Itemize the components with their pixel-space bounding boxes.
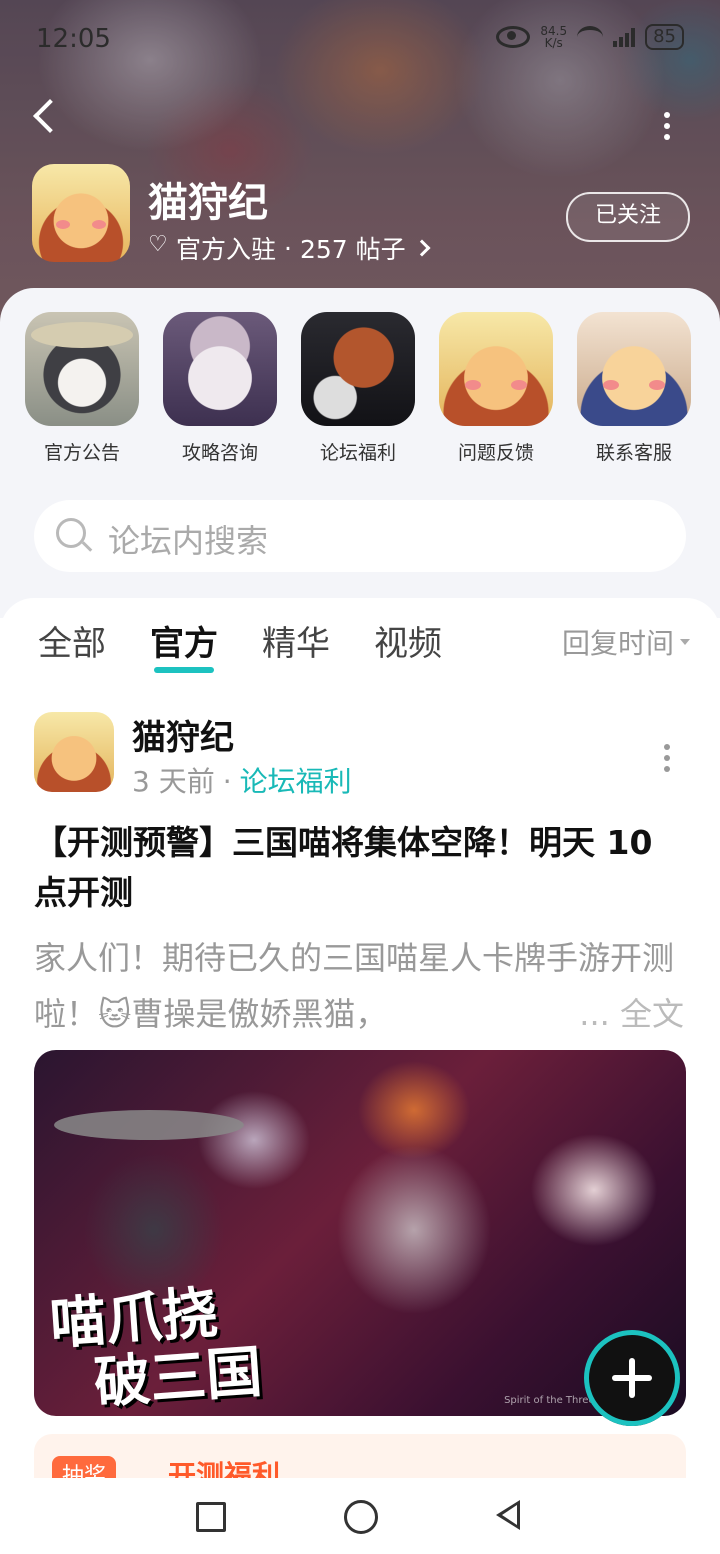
- follow-button[interactable]: 已关注: [566, 192, 690, 242]
- search-icon: [56, 518, 86, 548]
- category-image: [439, 312, 553, 426]
- forum-avatar: [32, 164, 130, 262]
- category-feedback[interactable]: 问题反馈: [438, 312, 554, 465]
- category-image: [301, 312, 415, 426]
- tab-all[interactable]: 全部: [38, 616, 106, 665]
- post-author-avatar[interactable]: [34, 712, 114, 792]
- forum-meta[interactable]: 官方入驻 · 257 帖子: [148, 230, 431, 266]
- signal-icon: [613, 27, 636, 47]
- category-forum-benefits[interactable]: 论坛福利: [300, 312, 416, 465]
- post-time: 3 天前: [132, 765, 215, 798]
- wifi-icon: [577, 26, 604, 48]
- forum-search-bar[interactable]: 论坛内搜索: [34, 500, 686, 572]
- caret-down-icon: [680, 639, 690, 645]
- hat-decoration: [54, 1110, 244, 1140]
- category-guides[interactable]: 攻略咨询: [162, 312, 278, 465]
- home-icon[interactable]: [344, 1500, 378, 1534]
- official-badge: 官方入驻: [176, 235, 277, 264]
- category-image: [25, 312, 139, 426]
- category-image: [163, 312, 277, 426]
- category-panel: 官方公告 攻略咨询 论坛福利 问题反馈 联系客服 论坛内搜索: [0, 288, 720, 618]
- post-tag[interactable]: 论坛福利: [240, 765, 352, 798]
- system-navigation-bar: [0, 1478, 720, 1554]
- post-title[interactable]: 【开测预警】三国喵将集体空降！明天 10 点开测: [34, 818, 684, 918]
- tab-official[interactable]: 官方: [150, 616, 218, 673]
- back-triangle-icon[interactable]: [496, 1500, 520, 1530]
- create-post-button[interactable]: [584, 1330, 680, 1426]
- chevron-right-icon: [413, 239, 431, 257]
- tab-video[interactable]: 视频: [374, 616, 442, 665]
- forum-title: 猫狩纪: [148, 180, 268, 226]
- post-count: 257 帖子: [299, 235, 406, 264]
- post-author-name[interactable]: 猫狩纪: [132, 710, 234, 759]
- read-full-link[interactable]: ... 全文: [569, 986, 684, 1042]
- search-input[interactable]: 论坛内搜索: [108, 516, 268, 562]
- feed-tabs: 全部 官方 精华 视频: [38, 616, 442, 673]
- battery-icon: 85: [645, 24, 684, 50]
- status-time: 12:05: [36, 24, 111, 54]
- more-options-icon[interactable]: [664, 112, 670, 140]
- verified-heart-icon: [148, 232, 168, 257]
- category-announcements[interactable]: 官方公告: [24, 312, 140, 465]
- status-bar: 12:05 84.5 K/s 85: [36, 18, 684, 64]
- category-image: [577, 312, 691, 426]
- post-more-icon[interactable]: [664, 744, 670, 772]
- net-speed: 84.5 K/s: [540, 24, 568, 50]
- tab-featured[interactable]: 精华: [262, 616, 330, 665]
- eye-icon: [496, 26, 531, 48]
- category-customer-service[interactable]: 联系客服: [576, 312, 692, 465]
- game-logo: 喵爪挠 破三国: [47, 1279, 265, 1416]
- recent-apps-icon[interactable]: [196, 1502, 226, 1532]
- category-list: 官方公告 攻略咨询 论坛福利 问题反馈 联系客服: [0, 312, 720, 472]
- sort-dropdown[interactable]: 回复时间: [562, 622, 690, 662]
- post-meta: 3 天前 · 论坛福利: [132, 765, 352, 798]
